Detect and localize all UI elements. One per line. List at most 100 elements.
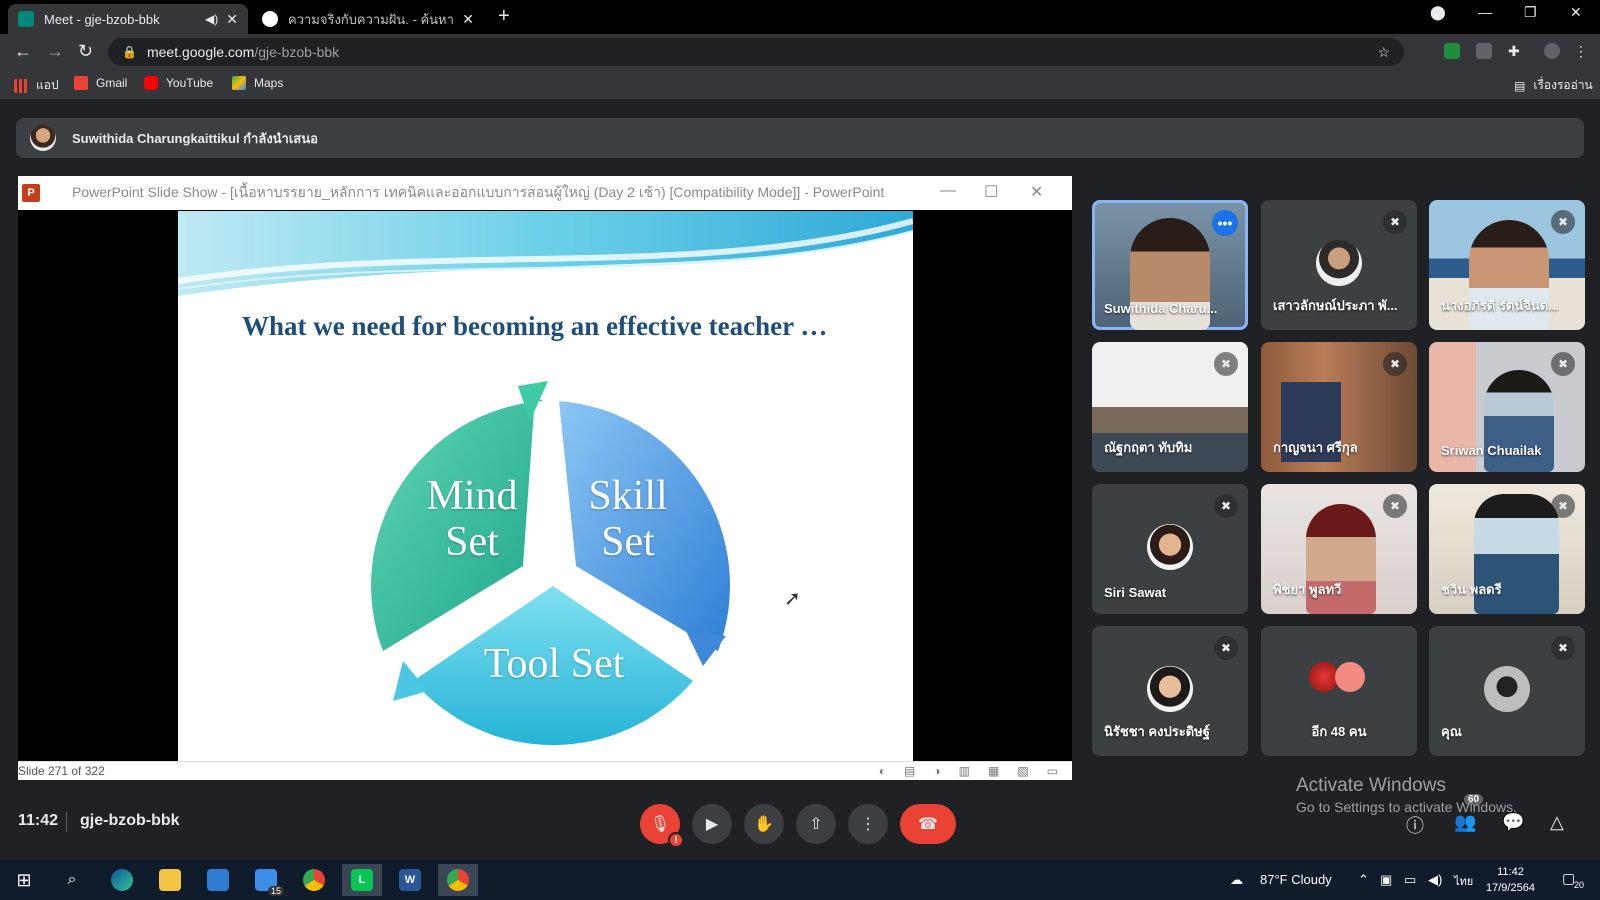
powerpoint-window-title: PowerPoint Slide Show - [เนื้อหาบรรยาย_ห… <box>72 184 885 200</box>
windows-logo-icon: ⊞ <box>16 869 32 890</box>
edge-icon <box>111 869 133 891</box>
mic-off-icon: ✖ <box>1551 352 1575 376</box>
slide-title: What we need for becoming an effective t… <box>242 311 828 341</box>
more-vert-icon: ⋮ <box>860 816 876 833</box>
participant-tile[interactable]: ✖ ชวิน พลดรี <box>1429 484 1585 614</box>
close-tab-icon[interactable]: ✕ <box>226 11 238 28</box>
back-icon[interactable]: ← <box>14 41 32 62</box>
more-options-button[interactable]: ⋮ <box>848 804 888 844</box>
system-clock[interactable]: 11:42 17/9/2564 <box>1486 864 1535 896</box>
leave-call-button[interactable]: ☎ <box>900 804 956 844</box>
participant-avatar <box>1147 524 1193 570</box>
taskbar-store[interactable] <box>198 864 238 896</box>
weather-text[interactable]: 87°F Cloudy <box>1260 872 1332 887</box>
close-window-icon[interactable]: ✕ <box>1570 4 1582 21</box>
extension-icon[interactable] <box>1476 43 1492 59</box>
profile-icon[interactable] <box>1544 43 1560 59</box>
presenting-banner: Suwithida Charungkaittikul กำลังนำเสนอ <box>16 118 1584 158</box>
people-icon[interactable]: 👥 <box>1454 812 1476 833</box>
search-button[interactable]: ⌕ <box>52 864 92 896</box>
youtube-icon <box>144 76 158 90</box>
slide: What we need for becoming an effective t… <box>178 211 913 761</box>
participant-name: ณัฐกฤตา ทับทิม <box>1104 440 1193 455</box>
bookmark-youtube[interactable]: YouTube <box>144 76 213 90</box>
mic-off-icon: ✖ <box>1383 352 1407 376</box>
new-tab-icon[interactable]: + <box>498 5 510 28</box>
browser-toolbar: ← → ↻ 🔒 meet.google.com/gje-bzob-bbk ☆ ✚… <box>0 34 1600 70</box>
participant-tile[interactable]: ✖ พิชยา พูลทวี <box>1261 484 1417 614</box>
taskbar-edge[interactable] <box>102 864 142 896</box>
mic-toggle-button[interactable]: 🎙 ! <box>640 804 684 848</box>
close-tab-icon[interactable]: ✕ <box>462 11 474 28</box>
tab-title: Meet - gje-bzob-bbk <box>44 11 160 27</box>
menu-dots-icon[interactable]: ⋮ <box>1574 43 1590 59</box>
participant-tile[interactable]: ✖ กาญจนา ศรีกุล <box>1261 342 1417 472</box>
participant-tile[interactable]: ✖ นางอภิรดี รัตน์จินด... <box>1429 200 1585 330</box>
volume-icon[interactable]: ◀) <box>1428 872 1442 888</box>
reload-icon[interactable]: ↻ <box>78 41 93 62</box>
skill-set-arrowhead <box>686 631 726 666</box>
camera-toggle-button[interactable]: ▶ <box>692 804 732 844</box>
participant-tile[interactable]: ••• Suwithida Charu... <box>1092 200 1248 330</box>
reading-list[interactable]: ▤ เรื่องรออ่าน <box>1514 76 1593 95</box>
skill-set-label: Skill Set <box>558 473 698 565</box>
chat-icon[interactable]: 💬 <box>1502 812 1524 833</box>
activities-icon[interactable]: △ <box>1550 812 1564 833</box>
taskbar-word[interactable]: W <box>390 864 430 896</box>
minimize-icon[interactable]: — <box>1478 4 1492 20</box>
participant-name: พิชยา พูลทวี <box>1273 582 1342 597</box>
tray-app-icon[interactable]: ▣ <box>1380 872 1392 888</box>
bookmark-star-icon[interactable]: ☆ <box>1377 44 1390 61</box>
bookmark-gmail[interactable]: Gmail <box>74 76 127 90</box>
taskbar-chrome-active[interactable] <box>438 864 478 896</box>
participant-tile-self[interactable]: ✖ คุณ <box>1429 626 1585 756</box>
chrome-icon <box>303 869 325 891</box>
info-icon[interactable]: ⓘ <box>1406 812 1424 838</box>
powerpoint-icon: P <box>22 184 40 202</box>
meet-favicon-icon <box>18 11 34 27</box>
weather-icon[interactable]: ☁ <box>1230 872 1243 888</box>
puzzle-icon[interactable]: ✚ <box>1508 43 1524 59</box>
speaker-icon[interactable]: ◀) <box>205 12 218 26</box>
participant-tile[interactable]: ✖ Siri Sawat <box>1092 484 1248 614</box>
self-avatar <box>1484 666 1530 712</box>
participant-tile[interactable]: ✖ เสาวลักษณ์ประภา พั... <box>1261 200 1417 330</box>
slide-counter: Slide 271 of 322 <box>18 764 105 778</box>
network-icon[interactable]: ▭ <box>1404 872 1416 888</box>
participant-name: Siri Sawat <box>1104 585 1167 600</box>
restore-icon[interactable]: ❐ <box>1524 4 1537 21</box>
raise-hand-button[interactable]: ✋ <box>744 804 784 844</box>
skill-set-line1: Skill <box>588 473 668 519</box>
taskbar-mail[interactable]: 15 <box>246 864 286 896</box>
prev-icon: ◐ <box>878 764 887 778</box>
participant-tile[interactable]: ✖ ณัฐกฤตา ทับทิม <box>1092 342 1248 472</box>
participant-name: นางอภิรดี รัตน์จินด... <box>1441 298 1560 313</box>
notification-count: 20 <box>1574 880 1585 890</box>
participant-tile[interactable]: ✖ Sriwan Chuailak <box>1429 342 1585 472</box>
taskbar-line[interactable]: L <box>342 864 382 896</box>
input-language[interactable]: ไทย <box>1454 872 1473 890</box>
address-bar[interactable]: 🔒 meet.google.com/gje-bzob-bbk ☆ <box>108 38 1404 66</box>
tab-search[interactable]: ความจริงกับความฝัน. - ค้นหาด้วย Goo ✕ <box>252 4 484 34</box>
mic-off-icon: ✖ <box>1551 636 1575 660</box>
presenter-avatar <box>30 125 56 151</box>
gmail-icon <box>74 76 88 90</box>
forward-icon[interactable]: → <box>46 41 64 62</box>
reading-view-icon: ▧ <box>1017 764 1029 778</box>
participant-tile[interactable]: ✖ นิรัชชา คงประดิษฐ์ <box>1092 626 1248 756</box>
tab-meet[interactable]: Meet - gje-bzob-bbk ◀) ✕ <box>8 4 248 34</box>
bookmark-apps[interactable]: แอป <box>14 76 59 95</box>
participant-tile-overflow[interactable]: อีก 48 คน <box>1261 626 1417 756</box>
start-button[interactable]: ⊞ <box>4 864 44 896</box>
tray-chevron-icon[interactable]: ⌃ <box>1358 872 1369 888</box>
extension-icon[interactable] <box>1444 43 1460 59</box>
bookmark-maps[interactable]: Maps <box>232 76 283 90</box>
taskbar-explorer[interactable] <box>150 864 190 896</box>
taskbar-chrome[interactable] <box>294 864 334 896</box>
participant-avatar <box>1316 240 1362 286</box>
present-button[interactable]: ⇧ <box>796 804 836 844</box>
powerpoint-titlebar: P PowerPoint Slide Show - [เนื้อหาบรรยาย… <box>18 176 1072 210</box>
more-options-icon[interactable]: ••• <box>1212 210 1238 236</box>
tab-search-dropdown-icon[interactable]: ⬤ <box>1430 4 1446 21</box>
line-icon: L <box>351 869 373 891</box>
